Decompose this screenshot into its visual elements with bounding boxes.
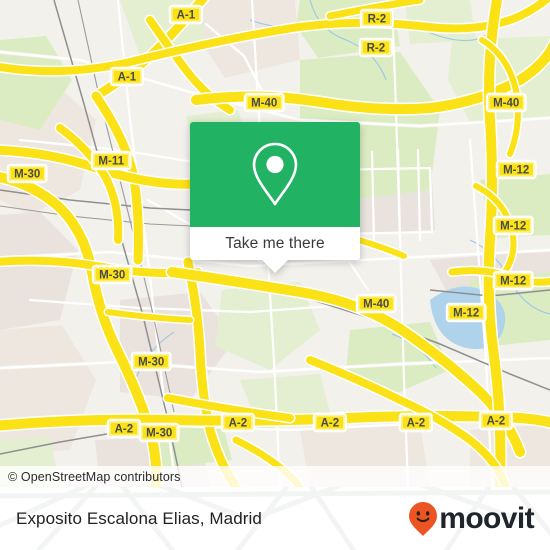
moovit-smiley-pin-icon <box>409 501 438 536</box>
place-popup-card[interactable]: Take me there <box>190 122 360 273</box>
popup-card-header <box>190 122 360 227</box>
popup-card-action[interactable]: Take me there <box>190 227 360 260</box>
take-me-there-label: Take me there <box>225 234 325 252</box>
map-viewport[interactable]: .bg{fill:#f3f1ec} .park{fill:#dcecc2} .p… <box>0 0 550 487</box>
map-attribution: © OpenStreetMap contributors <box>0 466 550 487</box>
footer-content: Exposito Escalona Elias, Madrid moovit <box>0 487 550 550</box>
popup-card-body[interactable]: Take me there <box>190 122 360 260</box>
place-title: Exposito Escalona Elias, Madrid <box>16 508 262 528</box>
moovit-logo[interactable]: moovit <box>408 501 535 537</box>
page-footer: Exposito Escalona Elias, Madrid moovit <box>0 487 550 550</box>
popup-card-tail <box>262 260 288 273</box>
map-page: .bg{fill:#f3f1ec} .park{fill:#dcecc2} .p… <box>0 0 550 550</box>
moovit-wordmark: moovit <box>439 501 534 535</box>
location-pin-icon <box>252 142 298 205</box>
attribution-text: © OpenStreetMap contributors <box>8 469 181 484</box>
